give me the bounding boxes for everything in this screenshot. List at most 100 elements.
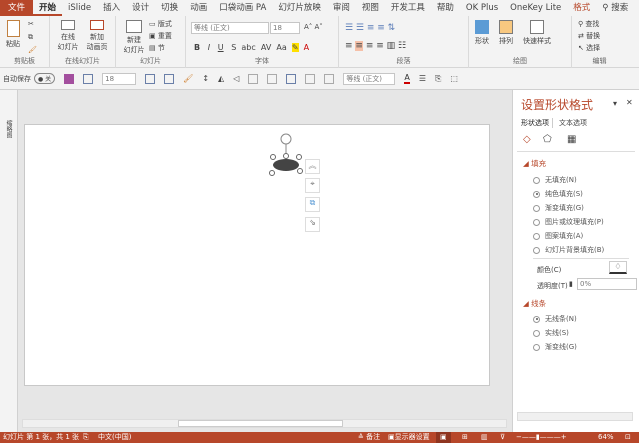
tab-islide[interactable]: iSlide [62,0,97,16]
zoom-level[interactable]: 64% [598,432,614,443]
group-icon[interactable] [248,73,259,84]
new-slide-button[interactable]: 新建 幻灯片 [122,20,146,55]
screenshot-icon[interactable]: ⬚ [450,74,458,83]
tab-shape-options[interactable]: 形状选项 [521,118,553,128]
thumbnail-pane[interactable]: 缩略图 [0,90,18,432]
new-anim-button[interactable]: 新加 动画页 [84,20,110,52]
fill-section-header[interactable]: ◢ 填充 [523,158,546,169]
qat-font-size[interactable]: 18 [102,72,137,85]
ungroup-icon[interactable] [267,73,278,84]
resize-icon[interactable]: ⇘ [305,217,320,232]
tab-help[interactable]: 帮助 [431,0,460,16]
distribute-icon[interactable]: ↕ [202,74,209,83]
effects-icon[interactable]: ⬠ [543,134,552,145]
format-painter-icon[interactable]: 🖌 [28,46,37,54]
flip-vertical-icon[interactable]: ◭ [218,74,224,83]
align-icon[interactable] [164,73,175,84]
autosave-toggle[interactable]: ● 关 [34,73,56,84]
tab-ok-plus[interactable]: OK Plus [460,0,504,16]
close-icon[interactable]: ✕ [626,98,633,107]
align-buttons[interactable]: ≡ ≡ ≡ ≡ ▥ ☷ [345,41,406,51]
online-slide-button[interactable]: 在线 幻灯片 [56,20,80,52]
tab-developer[interactable]: 开发工具 [385,0,431,16]
find-button[interactable]: ⚲ 查找 [578,19,599,29]
font-format-buttons[interactable]: B I U S abc AV Aa ✎ A [194,43,309,52]
font-size-select[interactable]: 18 [270,22,300,34]
paste-button[interactable]: 粘贴 [4,20,22,49]
tab-onekey[interactable]: OneKey Lite [504,0,567,16]
tab-view[interactable]: 视图 [356,0,385,16]
shape-icon[interactable] [145,73,156,84]
send-backward-icon[interactable] [324,73,335,84]
reset-button[interactable]: ▣ 重置 [149,31,172,41]
tab-design[interactable]: 设计 [126,0,155,16]
tab-format[interactable]: 格式 [567,0,596,16]
normal-view-icon[interactable]: ▣ [436,432,451,443]
pane-scrollbar[interactable] [517,412,633,421]
select-button[interactable]: ↖ 选择 [578,43,600,53]
transparency-slider[interactable]: ▮ [569,280,573,288]
fill-line-icon[interactable]: ◇ [523,134,531,145]
collapse-icon[interactable]: ︽ [305,159,320,174]
size-properties-icon[interactable]: ▦ [567,134,576,145]
radio-background-fill[interactable]: 幻灯片背景填充(B) [533,245,604,255]
line-spacing-icon[interactable]: ☰ [419,74,426,83]
slide-sorter-icon[interactable]: ⊞ [462,432,468,443]
bring-forward-icon[interactable] [305,73,316,84]
pane-options-icon[interactable]: ▾ [613,99,617,108]
fit-to-window-icon[interactable]: ⊡ [625,432,631,443]
tab-slideshow[interactable]: 幻灯片放映 [272,0,327,16]
copy-icon[interactable]: ⧉ [28,33,33,42]
tab-insert[interactable]: 插入 [97,0,126,16]
tab-review[interactable]: 审阅 [327,0,356,16]
cut-icon[interactable]: ✂ [28,20,34,28]
scroll-thumb[interactable] [178,420,343,427]
color-picker-button[interactable]: ♢ [609,261,627,274]
radio-pattern-fill[interactable]: 图案填充(A) [533,231,583,241]
transparency-input[interactable]: 0% [577,278,637,290]
radio-solid-line[interactable]: 实线(S) [533,328,569,338]
tab-text-options[interactable]: 文本选项 [559,118,587,128]
shapes-button[interactable]: 形状 [475,20,489,46]
tab-home[interactable]: 开始 [33,0,63,16]
list-buttons[interactable]: ☰ ☰ ≡ ≡ ⇅ [345,23,395,33]
notes-button[interactable]: ≙ 备注 [358,432,380,443]
slide-canvas[interactable]: ︽ ⌖ ⧉ ⇘ [24,124,490,386]
arrange-button[interactable]: 排列 [499,20,513,46]
search-box[interactable]: ⚲ 搜索 [596,0,634,16]
style-icon[interactable]: ⧉ [305,197,320,212]
tab-animations[interactable]: 动画 [184,0,213,16]
increase-font-icon[interactable]: A˄ A˅ [304,23,323,31]
layout-button[interactable]: ▭ 版式 [149,19,172,29]
selected-shape[interactable] [267,131,307,179]
spellcheck-icon[interactable]: ⎘ [83,432,89,443]
section-button[interactable]: ▤ 节 [149,43,165,53]
language-indicator[interactable]: 中文(中国) [98,432,131,443]
radio-solid-fill[interactable]: 纯色填充(S) [533,189,583,199]
save-icon[interactable] [64,73,75,84]
qat-font-name[interactable]: 等线 (正文) [343,72,396,85]
quick-styles-button[interactable]: 快速样式 [523,20,551,46]
shape-fill-icon[interactable] [286,73,297,84]
horizontal-scrollbar[interactable] [22,419,507,428]
line-section-header[interactable]: ◢ 线条 [523,298,546,309]
brush-icon[interactable]: 🖌 [183,74,193,83]
layout-options-icon[interactable]: ⌖ [305,178,320,193]
display-settings-button[interactable]: ▣显示器设置 [388,432,430,443]
zoom-slider[interactable]: −——▮———+ [516,432,567,443]
slideshow-icon[interactable]: ⊽ [500,432,505,443]
textbox-icon[interactable] [83,73,94,84]
radio-picture-fill[interactable]: 图片或纹理填充(P) [533,217,604,227]
font-name-select[interactable]: 等线 (正文) [191,22,269,34]
tab-transitions[interactable]: 切换 [155,0,184,16]
tab-file[interactable]: 文件 [0,0,34,16]
reading-view-icon[interactable]: ▥ [481,432,488,443]
replace-button[interactable]: ⇄ 替换 [578,31,600,41]
radio-gradient-fill[interactable]: 渐变填充(G) [533,203,584,213]
radio-no-line[interactable]: 无线条(N) [533,314,577,324]
flip-horizontal-icon[interactable]: ◁ [233,74,239,83]
copy-format-icon[interactable]: ⎘ [435,74,441,84]
tab-pocket-animation[interactable]: 口袋动画 PA [213,0,272,16]
radio-gradient-line[interactable]: 渐变线(G) [533,342,577,352]
radio-no-fill[interactable]: 无填充(N) [533,175,577,185]
